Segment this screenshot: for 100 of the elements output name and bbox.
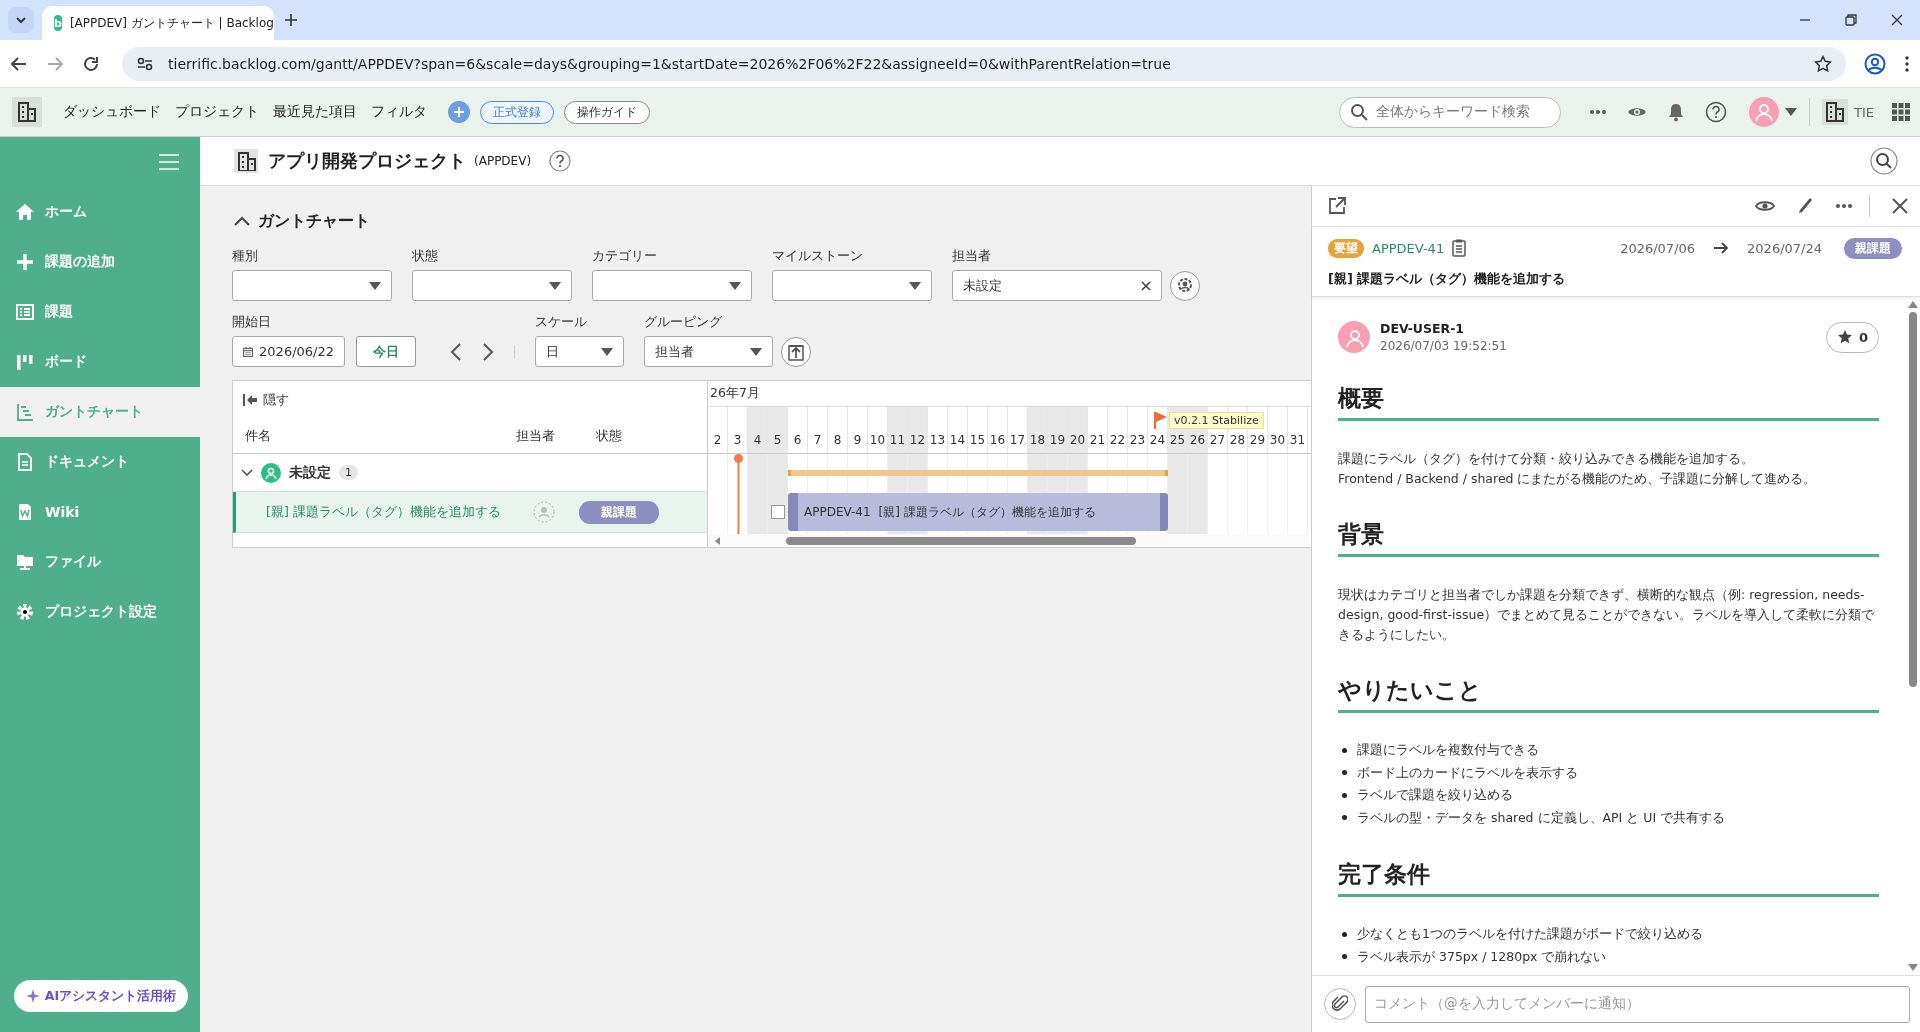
task-key: APPDEV-41	[804, 505, 871, 519]
eye-icon[interactable]	[1627, 105, 1647, 119]
sparkle-icon	[25, 989, 40, 1003]
new-tab-icon[interactable]	[284, 13, 298, 27]
chevron-up-icon	[234, 216, 250, 226]
select-field[interactable]	[232, 270, 392, 301]
select-field[interactable]: 日	[535, 336, 624, 367]
help-icon[interactable]	[1705, 101, 1727, 123]
notification-bell-icon[interactable]	[1667, 102, 1685, 122]
day-header: 21	[1088, 407, 1108, 453]
favicon: b	[54, 15, 62, 31]
today-button[interactable]: 今日	[356, 336, 416, 367]
guide-button[interactable]: 操作ガイド	[564, 100, 650, 124]
issue-title[interactable]: [親] 課題ラベル（タグ）機能を追加する	[236, 503, 516, 521]
caret-icon[interactable]	[1785, 108, 1797, 116]
select-field[interactable]	[412, 270, 572, 301]
assignee-picker-button[interactable]	[1170, 271, 1200, 301]
tab-list-button[interactable]	[8, 7, 34, 33]
nav-link[interactable]: プロジェクト	[168, 103, 266, 121]
export-button[interactable]	[781, 337, 811, 367]
select-field[interactable]: 未設定	[952, 270, 1162, 301]
address-bar[interactable]: tierrific.backlog.com/gantt/APPDEV?span=6&scale=days&grouping=1&startDate=2026%2F06%2F22&assigneeId=0&withParentRelation=true	[122, 46, 1846, 81]
register-button[interactable]: 正式登録	[480, 100, 554, 124]
close-icon[interactable]	[1892, 198, 1908, 214]
more-icon[interactable]	[1904, 54, 1910, 73]
select-field[interactable]: 担当者	[644, 336, 773, 367]
day-header: 9	[848, 407, 868, 453]
day-header: 16	[988, 407, 1008, 453]
paperclip-drawing	[1332, 995, 1348, 1013]
hide-button[interactable]: 隠す	[233, 381, 707, 419]
select-field[interactable]	[772, 270, 932, 301]
chevron-down-icon[interactable]	[241, 468, 253, 477]
list-icon	[15, 302, 35, 322]
section-heading: 背景	[1338, 519, 1879, 558]
building-icon[interactable]	[12, 97, 42, 127]
task-title: [親] 課題ラベル（タグ）機能を追加する	[878, 503, 1096, 521]
help-icon[interactable]	[549, 150, 572, 172]
eye-icon[interactable]	[1755, 199, 1775, 213]
section-toggle[interactable]: ガントチャート	[234, 208, 1311, 234]
plus-icon	[453, 106, 465, 118]
field-label: 種別	[232, 248, 259, 264]
scroll-down-icon[interactable]	[1908, 964, 1918, 971]
bullet-icon	[1342, 747, 1347, 753]
bullet-icon	[1342, 931, 1347, 937]
ai-assistant-button[interactable]: AIアシスタント活用術	[14, 980, 188, 1012]
group-name: 未設定	[289, 463, 331, 482]
field-label: 開始日	[232, 314, 272, 330]
list-item: 少なくとも1つのラベルを付けた課題がボードで絞り込める	[1357, 925, 1703, 944]
day-header: 14	[948, 407, 968, 453]
day-header: 11	[888, 407, 908, 453]
date-field[interactable]: 2026/06/22	[232, 336, 345, 367]
building-icon[interactable]	[1822, 99, 1848, 125]
external-link-icon[interactable]	[1328, 197, 1346, 215]
board-icon	[15, 352, 35, 372]
day-header: 31	[1288, 407, 1308, 453]
issue-key[interactable]: APPDEV-41	[1372, 240, 1445, 256]
status-badge: 親課題	[1844, 237, 1902, 259]
more-icon[interactable]	[1835, 203, 1853, 209]
task-bar[interactable]: APPDEV-41 [親] 課題ラベル（タグ）機能を追加する	[788, 493, 1168, 531]
select-field[interactable]	[592, 270, 752, 301]
back-icon[interactable]	[10, 54, 28, 73]
horizontal-scrollbar[interactable]	[708, 534, 1308, 547]
bookmark-star-icon[interactable]	[1814, 54, 1832, 73]
project-key: (APPDEV)	[474, 154, 532, 168]
day-header: 30	[1268, 407, 1288, 453]
profile-icon[interactable]	[1864, 52, 1886, 75]
more-icon[interactable]	[1589, 109, 1607, 115]
upload-icon	[788, 343, 804, 361]
next-icon[interactable]	[482, 342, 494, 361]
author-name: DEV-USER-1	[1380, 321, 1466, 336]
apps-grid-icon[interactable]	[1892, 103, 1910, 121]
nav-link[interactable]: フィルタ	[364, 103, 434, 121]
checkbox[interactable]	[771, 505, 785, 519]
issue-type-tag: 要望	[1328, 238, 1364, 258]
issue-row[interactable]: [親] 課題ラベル（タグ）機能を追加する 親課題	[233, 492, 707, 533]
search-field[interactable]: 全体からキーワード検索	[1339, 96, 1561, 128]
tab-title: [APPDEV] ガントチャート | Backlog	[69, 14, 274, 32]
scroll-up-icon[interactable]	[1908, 301, 1918, 308]
list-item: ラベル表示が 375px / 1280px で崩れない	[1357, 947, 1607, 966]
browser-tab[interactable]: b [APPDEV] ガントチャート | Backlog	[42, 6, 274, 40]
search-icon[interactable]	[1870, 147, 1898, 175]
column-header: 件名	[244, 427, 272, 445]
add-button[interactable]	[448, 101, 470, 123]
nav-link[interactable]: ダッシュボード	[56, 103, 168, 121]
bullet-icon	[1342, 954, 1347, 960]
restore-icon[interactable]	[1845, 14, 1857, 26]
previous-icon[interactable]	[450, 342, 462, 361]
day-header: 8	[828, 407, 848, 453]
nav-link[interactable]: 最近見た項目	[266, 103, 364, 121]
close-icon[interactable]	[1891, 14, 1903, 26]
pencil-icon[interactable]	[1797, 197, 1813, 215]
reload-icon[interactable]	[82, 54, 100, 73]
dropdown-caret-icon	[601, 347, 613, 356]
clipboard-icon[interactable]	[1452, 239, 1467, 257]
created-date: 2026/07/03 19:52:51	[1380, 339, 1508, 353]
section-heading: やりたいこと	[1338, 675, 1879, 714]
bullet-icon	[1342, 770, 1347, 776]
comment-field[interactable]: コメント（@を入力してメンバーに通知）	[1365, 985, 1910, 1023]
day-header: 19	[1048, 407, 1068, 453]
column-header: 担当者	[516, 427, 556, 445]
